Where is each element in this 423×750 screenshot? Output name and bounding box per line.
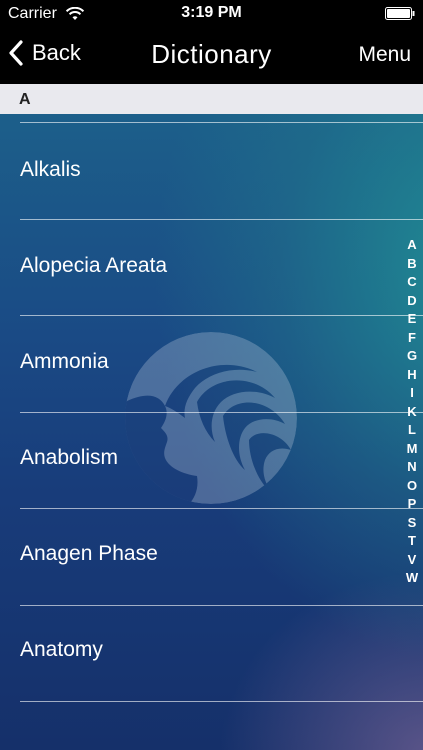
index-letter[interactable]: H [407,366,416,385]
list-item-label: Ammonia [20,350,109,373]
dictionary-list: Alkalis Alopecia Areata Ammonia Anabolis… [0,114,423,720]
index-letter[interactable]: D [407,292,416,311]
index-letter[interactable]: P [408,495,417,514]
status-bar: Carrier 3:19 PM [0,0,423,28]
list-item-label: Anabolism [20,446,119,469]
battery-icon [385,7,415,20]
list-item-label: Alopecia Areata [20,254,168,277]
row-divider [20,605,423,606]
list-item-label: Anagen Phase [20,542,158,565]
index-letter[interactable]: C [407,273,416,292]
row-divider [20,122,423,123]
row-divider [20,412,423,413]
list-item[interactable]: Anagen Phase [0,498,423,594]
index-letter[interactable]: A [407,236,416,255]
status-time: 3:19 PM [181,4,242,21]
section-header: A [0,84,423,114]
row-divider [20,315,423,316]
index-letter[interactable]: F [408,329,416,348]
index-letter[interactable]: W [406,569,418,588]
row-divider [20,701,423,702]
list-item[interactable]: Anabolism [0,402,423,498]
index-letter[interactable]: E [408,310,417,329]
index-letter[interactable]: O [407,477,417,496]
list-footer [0,690,423,720]
menu-button[interactable]: Menu [358,43,411,67]
list-item[interactable]: Alopecia Areata [0,210,423,306]
list-item[interactable]: Alkalis [0,114,423,210]
index-letter[interactable]: N [407,458,416,477]
index-letter[interactable]: M [407,440,418,459]
index-letter[interactable]: L [408,421,416,440]
nav-bar: Back Dictionary Menu [0,28,423,84]
index-letter[interactable]: K [407,403,416,422]
section-index-bar[interactable]: ABCDEFGHIKLMNOPSTVW [403,236,421,588]
index-letter[interactable]: G [407,347,417,366]
index-letter[interactable]: I [410,384,414,403]
list-item[interactable]: Ammonia [0,306,423,402]
section-header-letter: A [19,91,31,108]
dictionary-list-container[interactable]: Alkalis Alopecia Areata Ammonia Anabolis… [0,114,423,750]
index-letter[interactable]: V [408,551,417,570]
index-letter[interactable]: T [408,532,416,551]
list-item-label: Anatomy [20,638,103,661]
row-divider [20,219,423,220]
index-letter[interactable]: S [408,514,417,533]
index-letter[interactable]: B [407,255,416,274]
list-item[interactable]: Anatomy [0,594,423,690]
list-item-label: Alkalis [20,158,81,181]
row-divider [20,508,423,509]
